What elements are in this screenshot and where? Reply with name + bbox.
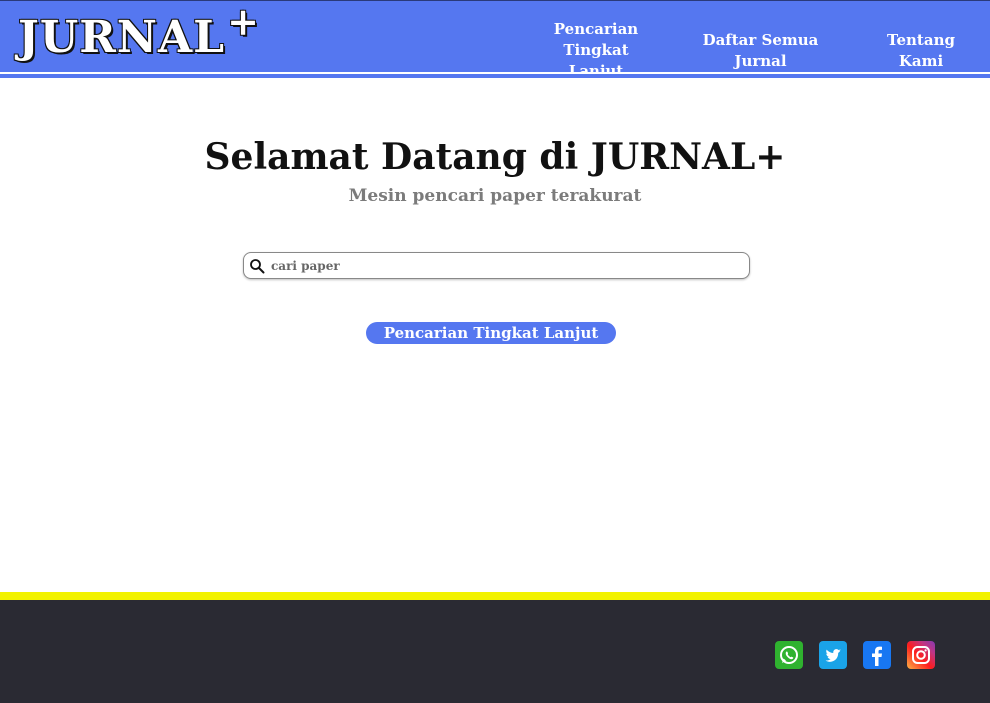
twitter-icon[interactable] (819, 641, 847, 669)
footer-stripe (0, 592, 990, 600)
nav-link-journal-list[interactable]: Daftar Semua Jurnal (683, 30, 838, 72)
navbar-divider (0, 72, 990, 78)
logo-text: JURNAL (18, 12, 226, 63)
facebook-icon[interactable] (863, 641, 891, 669)
page-title: Selamat Datang di JURNAL+ (204, 136, 786, 178)
social-links (775, 641, 935, 669)
search-input[interactable] (271, 254, 731, 277)
nav-link-about-us[interactable]: Tentang Kami (866, 30, 976, 72)
site-logo[interactable]: JURNAL + (18, 3, 259, 67)
logo-plus: + (227, 0, 259, 44)
whatsapp-icon[interactable] (775, 641, 803, 669)
page-subtitle: Mesin pencari paper terakurat (348, 186, 642, 206)
search-bar[interactable] (243, 252, 750, 279)
search-icon[interactable] (248, 257, 266, 275)
top-navbar: JURNAL + Pencarian Tingkat Lanjut Daftar… (0, 0, 990, 80)
advanced-search-button[interactable]: Pencarian Tingkat Lanjut (366, 322, 616, 344)
instagram-icon[interactable] (907, 641, 935, 669)
